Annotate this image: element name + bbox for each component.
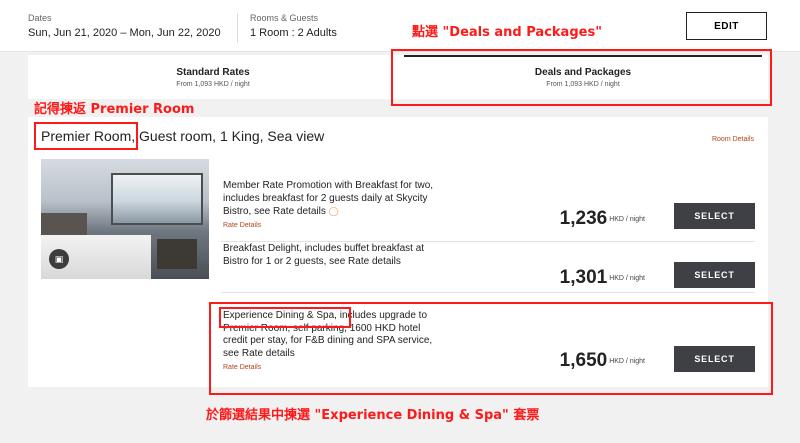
tab-title: Standard Rates	[176, 67, 250, 78]
rate-price: 1,301 HKD / night	[560, 267, 645, 289]
dates-summary: Dates Sun, Jun 21, 2020 – Mon, Jun 22, 2…	[28, 13, 221, 39]
rate-details-link[interactable]: Rate Details	[223, 222, 261, 229]
price-value: 1,236	[559, 208, 608, 229]
annotation-package-hint: 於篩選結果中揀選 "Experience Dining & Spa" 套票	[206, 408, 540, 423]
guests-label: Rooms & Guests	[250, 13, 319, 23]
guests-summary: Rooms & Guests 1 Room : 2 Adults	[237, 13, 337, 43]
highlight-box-package-row	[209, 302, 773, 395]
annotation-room-hint: 記得揀返 Premier Room	[34, 102, 195, 117]
price-unit: HKD / night	[609, 216, 645, 223]
rate-row: Breakfast Delight, includes buffet break…	[221, 243, 755, 293]
rate-price: 1,236 HKD / night	[560, 208, 645, 230]
select-button[interactable]: SELECT	[674, 262, 755, 288]
guests-value: 1 Room : 2 Adults	[250, 27, 337, 39]
room-photo[interactable]: ▣	[41, 159, 209, 279]
highlight-box-deals-tab	[391, 49, 772, 106]
tab-price-from: From 1,093 HKD / night	[176, 81, 250, 88]
highlight-box-room-name	[34, 122, 138, 150]
rate-row: Member Rate Promotion with Breakfast for…	[221, 180, 755, 242]
gallery-icon[interactable]: ▣	[49, 249, 69, 269]
price-unit: HKD / night	[609, 275, 645, 282]
price-value: 1,301	[559, 267, 608, 288]
annotation-deals-hint: 點選 "Deals and Packages"	[412, 25, 602, 40]
photo-table	[157, 239, 197, 269]
edit-button[interactable]: EDIT	[686, 12, 767, 40]
dates-label: Dates	[28, 13, 52, 23]
dates-value: Sun, Jun 21, 2020 – Mon, Jun 22, 2020	[28, 27, 221, 39]
search-summary-bar: Dates Sun, Jun 21, 2020 – Mon, Jun 22, 2…	[0, 0, 800, 52]
photo-window	[111, 173, 203, 225]
rate-description: Member Rate Promotion with Breakfast for…	[223, 180, 445, 219]
rate-description: Breakfast Delight, includes buffet break…	[223, 243, 425, 267]
room-details-link[interactable]: Room Details	[712, 136, 754, 143]
select-button[interactable]: SELECT	[674, 203, 755, 229]
tag-icon: ◯	[328, 206, 339, 216]
room-description: , Guest room, 1 King, Sea view	[131, 128, 325, 144]
tab-standard-rates[interactable]: Standard Rates From 1,093 HKD / night	[28, 55, 398, 99]
